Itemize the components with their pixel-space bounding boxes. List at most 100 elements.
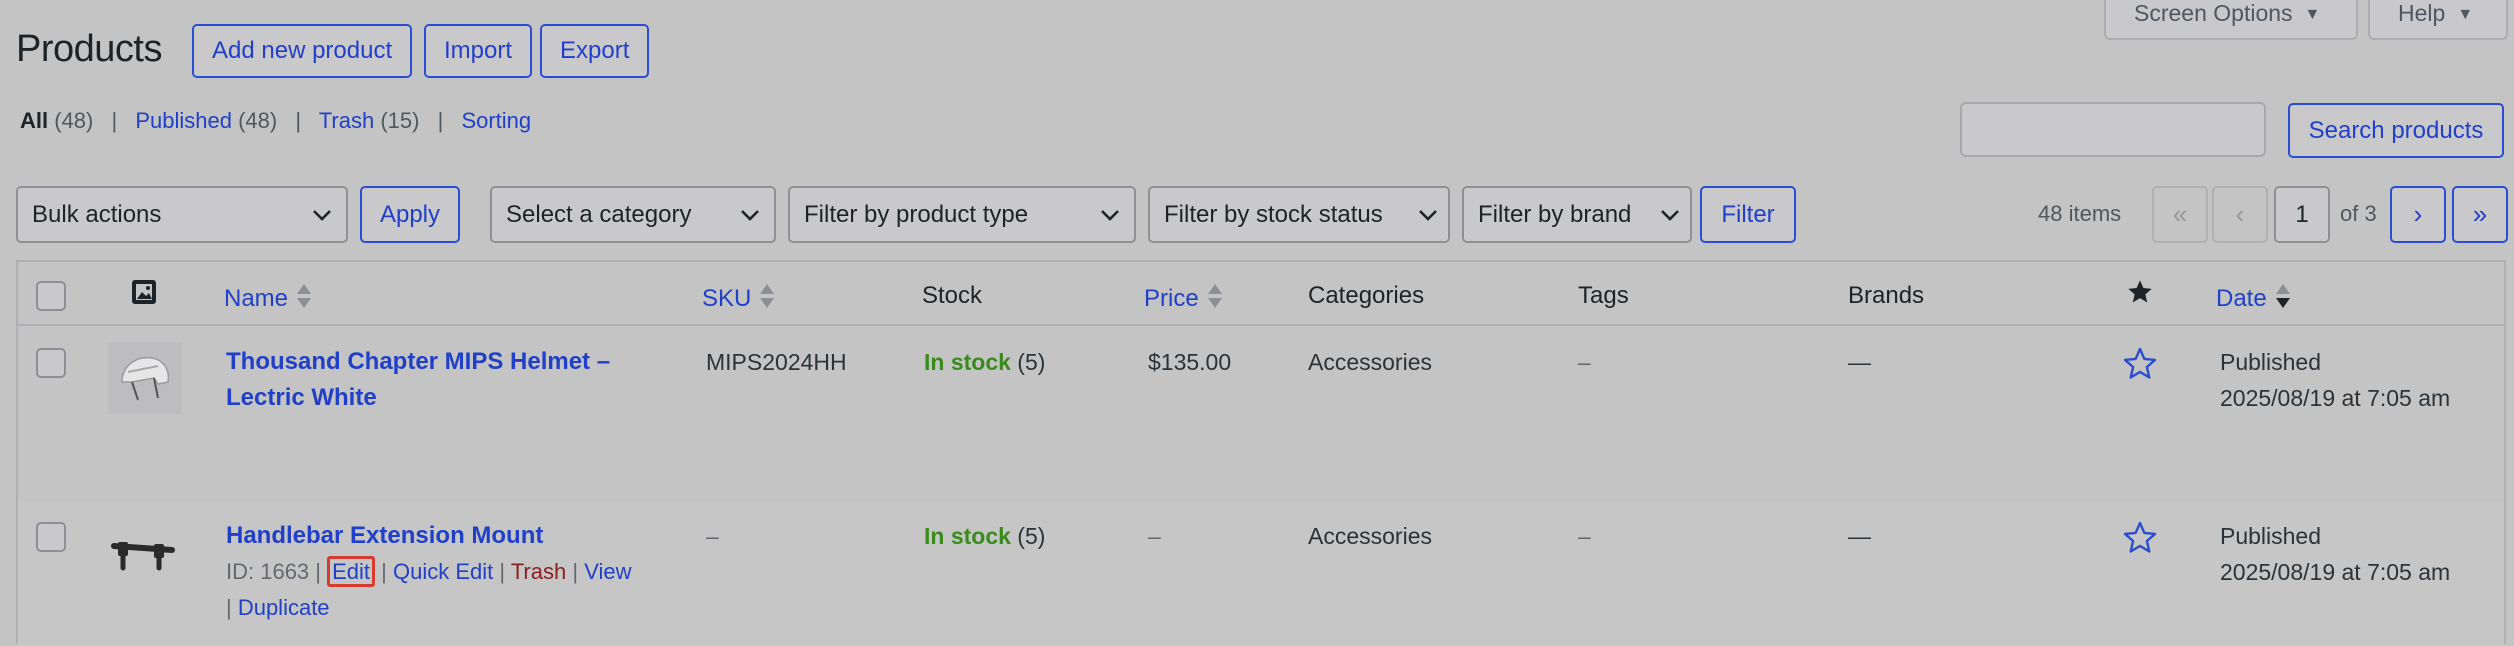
products-table: Name SKU Stock Price Categories Tags Bra… [16, 260, 2506, 646]
date-cell: Published 2025/08/19 at 7:05 am [2220, 518, 2450, 590]
stock-status: In stock [924, 523, 1011, 549]
prev-page-button[interactable]: ‹ [2212, 186, 2268, 243]
date-status: Published [2220, 349, 2322, 375]
bulk-actions-label: Bulk actions [32, 201, 162, 228]
tags-value: – [1578, 349, 1591, 375]
chevron-down-icon [312, 188, 332, 241]
product-name-link[interactable]: Handlebar Extension Mount [226, 518, 631, 554]
handlebar-mount-image [111, 542, 175, 571]
separator: | [437, 108, 444, 133]
view-trash[interactable]: Trash [319, 108, 374, 133]
featured-star-icon[interactable] [2122, 520, 2158, 561]
featured-star-icon[interactable] [2126, 278, 2154, 313]
chevron-down-icon [1660, 188, 1680, 241]
view-published[interactable]: Published [135, 108, 232, 133]
brand-select[interactable]: Filter by brand [1462, 186, 1692, 243]
current-page-input[interactable]: 1 [2274, 186, 2330, 243]
featured-star-icon[interactable] [2122, 346, 2158, 387]
separator: | [226, 595, 238, 620]
column-name-label: Name [224, 284, 289, 312]
product-type-select[interactable]: Filter by product type [788, 186, 1136, 243]
search-products-button[interactable]: Search products [2288, 103, 2504, 158]
view-published-count: (48) [238, 108, 278, 133]
import-button[interactable]: Import [424, 24, 533, 78]
product-id: ID: 1663 [226, 559, 310, 584]
separator: | [111, 108, 118, 133]
brands-value: — [1848, 349, 1871, 375]
category-link[interactable]: Accessories [1308, 344, 1432, 380]
column-sku[interactable]: SKU [702, 282, 775, 317]
sort-icon [296, 282, 312, 317]
view-trash-count: (15) [380, 108, 420, 133]
table-header: Name SKU Stock Price Categories Tags Bra… [18, 262, 2504, 326]
column-categories: Categories [1308, 282, 1425, 309]
column-tags: Tags [1578, 282, 1629, 309]
column-sku-label: SKU [702, 284, 752, 312]
price-value: – [1148, 523, 1161, 549]
column-stock: Stock [922, 282, 983, 309]
chevron-down-icon [1418, 188, 1438, 241]
column-brands: Brands [1848, 282, 1925, 309]
trash-link[interactable]: Trash [511, 559, 566, 584]
stock-status-label: Filter by stock status [1164, 201, 1383, 228]
first-page-button[interactable]: « [2152, 186, 2208, 243]
chevron-down-icon [740, 188, 760, 241]
row-actions: ID: 1663 | Edit | Quick Edit | Trash | V… [226, 554, 631, 590]
date-value: 2025/08/19 at 7:05 am [2220, 559, 2451, 585]
edit-link[interactable]: Edit [327, 556, 376, 587]
help-tab[interactable]: Help ▼ [2368, 0, 2508, 40]
tags-value: – [1578, 523, 1591, 549]
column-name[interactable]: Name [224, 282, 312, 317]
row-checkbox[interactable] [36, 348, 66, 378]
stock-qty: (5) [1010, 523, 1046, 549]
date-value: 2025/08/19 at 7:05 am [2220, 385, 2451, 411]
column-price[interactable]: Price [1144, 282, 1223, 317]
separator: | [295, 108, 302, 133]
filter-button[interactable]: Filter [1700, 186, 1796, 243]
items-count: 48 items [2038, 201, 2122, 226]
export-button[interactable]: Export [540, 24, 650, 78]
date-status: Published [2220, 523, 2322, 549]
column-date-label: Date [2216, 284, 2267, 312]
sku-value: MIPS2024HH [706, 349, 847, 375]
product-name-link[interactable]: Thousand Chapter MIPS Helmet – Lectric W… [226, 344, 610, 416]
last-page-button[interactable]: » [2452, 186, 2508, 243]
quick-edit-link[interactable]: Quick Edit [393, 559, 493, 584]
category-label: Select a category [506, 201, 692, 228]
duplicate-link[interactable]: Duplicate [238, 595, 330, 620]
helmet-image [108, 342, 182, 414]
select-all-checkbox[interactable] [36, 281, 66, 311]
bulk-actions-select[interactable]: Bulk actions [16, 186, 348, 243]
product-thumbnail[interactable] [108, 342, 182, 414]
sort-icon [1207, 282, 1223, 317]
price-value: $135.00 [1148, 349, 1232, 375]
view-all[interactable]: All [20, 108, 48, 133]
product-type-label: Filter by product type [804, 201, 1029, 228]
category-link[interactable]: Accessories [1308, 518, 1432, 554]
brands-value: — [1848, 523, 1871, 549]
add-new-product-button[interactable]: Add new product [192, 24, 413, 78]
view-all-count: (48) [54, 108, 94, 133]
screen-options-tab[interactable]: Screen Options ▼ [2104, 0, 2358, 40]
apply-button[interactable]: Apply [360, 186, 460, 243]
chevron-down-icon [1100, 188, 1120, 241]
category-select[interactable]: Select a category [490, 186, 776, 243]
column-price-label: Price [1144, 284, 1199, 312]
brand-label: Filter by brand [1478, 201, 1632, 228]
column-date[interactable]: Date [2216, 282, 2291, 317]
separator: | [566, 559, 585, 584]
table-row: Thousand Chapter MIPS Helmet – Lectric W… [18, 328, 2504, 502]
product-name-cell: Handlebar Extension Mount ID: 1663 | Edi… [226, 518, 631, 626]
product-thumbnail[interactable] [108, 516, 182, 588]
view-sorting[interactable]: Sorting [461, 108, 531, 133]
table-row: Handlebar Extension Mount ID: 1663 | Edi… [18, 502, 2504, 646]
stock-status-select[interactable]: Filter by stock status [1148, 186, 1450, 243]
view-link[interactable]: View [584, 559, 631, 584]
help-label: Help [2398, 0, 2446, 26]
next-page-button[interactable]: › [2390, 186, 2446, 243]
product-name-line: Lectric White [226, 384, 377, 411]
caret-down-icon: ▼ [2304, 6, 2321, 23]
search-input[interactable] [1960, 102, 2266, 157]
row-checkbox[interactable] [36, 522, 66, 552]
sort-icon [759, 282, 775, 317]
